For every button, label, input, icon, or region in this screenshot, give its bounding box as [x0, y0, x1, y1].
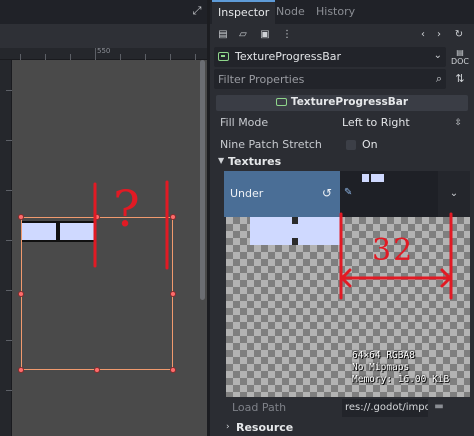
texture-progress-bar-node-icon: [218, 52, 229, 61]
save-icon[interactable]: ▣: [258, 28, 272, 42]
distraction-free-icon[interactable]: ⤢: [191, 5, 203, 17]
checkbox-label: On: [362, 138, 378, 151]
class-header: TextureProgressBar: [216, 95, 468, 111]
property-list: TextureProgressBar Fill Mode Left to Rig…: [214, 93, 470, 436]
filter-properties-field[interactable]: ⌕: [214, 69, 446, 89]
property-label: Fill Mode: [220, 116, 269, 129]
dock-tabs: Inspector Node History: [210, 0, 474, 24]
property-fill-mode: Fill Mode Left to Right ⇳: [216, 112, 468, 134]
checkbox[interactable]: [346, 140, 356, 150]
property-label: Under: [230, 187, 264, 200]
fill-mode-value: Left to Right: [342, 116, 410, 129]
texture-mipmaps: No Mipmaps: [352, 362, 410, 373]
horizontal-ruler: 550: [0, 47, 207, 60]
chevron-down-icon: ⌄: [433, 50, 442, 61]
texture-notch: [292, 217, 298, 224]
property-label: Nine Patch Stretch: [220, 138, 322, 151]
viewport-scrollbar[interactable]: [200, 60, 205, 300]
progress-bar-node[interactable]: [22, 221, 94, 242]
resize-handle[interactable]: [94, 214, 100, 220]
resize-handle[interactable]: [18, 367, 24, 373]
property-under: Under ↺ ✎ ⌄: [224, 171, 470, 217]
load-path-field[interactable]: res://.godot/impo: [342, 399, 428, 417]
new-resource-icon[interactable]: ▤: [216, 28, 230, 42]
section-label: Textures: [228, 155, 282, 168]
vertical-ruler: [0, 60, 12, 436]
resize-handle[interactable]: [170, 291, 176, 297]
under-label-cell[interactable]: Under ↺: [224, 171, 340, 217]
texture-notch: [292, 238, 298, 245]
inspector-toolbar: ▤ ▱ ▣ ⋮ ‹ › ↻: [210, 24, 474, 46]
property-load-path: Load Path res://.godot/impo ▬: [224, 399, 470, 417]
texture-memory: Memory: 16.00 KiB: [352, 374, 450, 385]
texture-info: 64×64 RGBA8 No Mipmaps Memory: 16.00 KiB: [352, 350, 449, 386]
resize-handle[interactable]: [18, 214, 24, 220]
object-selector[interactable]: TextureProgressBar ⌄: [214, 47, 446, 67]
texture-preview: 64×64 RGBA8 No Mipmaps Memory: 16.00 KiB: [226, 217, 470, 397]
filter-properties-input[interactable]: [214, 69, 426, 89]
open-folder-icon[interactable]: ▱: [236, 28, 250, 42]
under-dropdown-button[interactable]: ⌄: [438, 171, 470, 217]
revert-icon[interactable]: ↺: [322, 186, 332, 200]
resize-handle[interactable]: [170, 367, 176, 373]
texture-image: [250, 217, 340, 245]
textures-section-header[interactable]: ▼ Textures: [216, 153, 468, 171]
property-label: Load Path: [232, 401, 287, 414]
object-history-icon[interactable]: ↻: [452, 28, 466, 42]
caret-right-icon: ›: [226, 422, 230, 432]
folder-icon[interactable]: ▬: [432, 401, 446, 415]
history-forward-icon[interactable]: ›: [432, 28, 446, 42]
under-texture-picker[interactable]: ✎: [340, 171, 438, 217]
texture-thumbnail: [362, 174, 384, 182]
inspector-dock: Inspector Node History ▤ ▱ ▣ ⋮ ‹ › ↻ Tex…: [210, 0, 474, 436]
resize-handle[interactable]: [18, 291, 24, 297]
fill-mode-dropdown[interactable]: Left to Right ⇳: [336, 113, 468, 133]
filter-tools-icon[interactable]: ⇅: [452, 72, 468, 88]
progress-bar-notch: [56, 229, 60, 232]
tab-node[interactable]: Node: [270, 0, 311, 24]
canvas-viewport[interactable]: ⤢ 550: [0, 0, 207, 436]
viewport-toolbar: ⤢: [0, 0, 207, 24]
edit-texture-icon[interactable]: ✎: [344, 187, 354, 199]
tab-inspector[interactable]: Inspector: [212, 0, 276, 24]
more-options-icon[interactable]: ⋮: [280, 28, 294, 42]
resource-section-header[interactable]: › Resource: [224, 419, 470, 436]
updown-arrows-icon: ⇳: [454, 118, 462, 128]
documentation-icon[interactable]: ▤ DOC: [450, 48, 470, 66]
resize-handle[interactable]: [170, 214, 176, 220]
caret-down-icon: ▼: [218, 156, 225, 165]
tab-history[interactable]: History: [310, 0, 361, 24]
section-label: Resource: [236, 421, 294, 434]
search-icon: ⌕: [435, 72, 442, 85]
object-name: TextureProgressBar: [235, 50, 342, 63]
texture-progress-bar-node-icon: [275, 98, 287, 106]
chevron-down-icon: ⌄: [449, 188, 459, 199]
history-back-icon[interactable]: ‹: [416, 28, 430, 42]
viewport-secondary-toolbar: [0, 24, 207, 48]
class-header-label: TextureProgressBar: [290, 96, 409, 108]
texture-size-format: 64×64 RGBA8: [352, 350, 415, 361]
ruler-label: 550: [97, 47, 111, 55]
resize-handle[interactable]: [94, 367, 100, 373]
nine-patch-stretch-toggle[interactable]: On: [336, 135, 468, 155]
